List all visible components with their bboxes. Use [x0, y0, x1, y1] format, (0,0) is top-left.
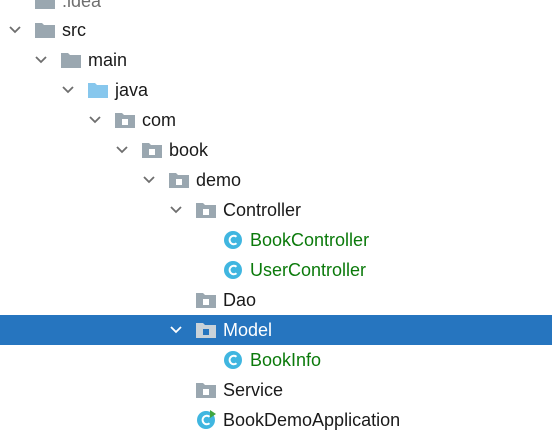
tree-item-bookcontroller[interactable]: BookController — [0, 225, 552, 255]
tree-item-label: UserController — [250, 260, 367, 280]
project-tree: .idea src main java com book demo Contro… — [0, 0, 552, 438]
tree-item-bookdemoapplication[interactable]: BookDemoApplication — [0, 405, 552, 435]
chevron-down-icon[interactable] — [142, 173, 156, 187]
java-class-icon — [222, 260, 244, 280]
tree-item-book[interactable]: book — [0, 135, 552, 165]
tree-item-idea[interactable]: .idea — [0, 0, 552, 16]
package-icon — [114, 110, 136, 130]
package-icon — [141, 140, 163, 160]
chevron-down-icon[interactable] — [115, 143, 129, 157]
folder-icon — [60, 50, 82, 70]
java-class-icon — [222, 230, 244, 250]
chevron-down-icon[interactable] — [34, 53, 48, 67]
tree-item-label: BookDemoApplication — [223, 410, 401, 430]
tree-item-label: main — [88, 50, 128, 70]
package-icon — [168, 170, 190, 190]
tree-item-label: demo — [196, 170, 242, 190]
tree-item-main[interactable]: main — [0, 45, 552, 75]
tree-item-usercontroller[interactable]: UserController — [0, 255, 552, 285]
tree-item-controller[interactable]: Controller — [0, 195, 552, 225]
tree-item-com[interactable]: com — [0, 105, 552, 135]
folder-icon — [34, 20, 56, 40]
tree-item-src[interactable]: src — [0, 15, 552, 45]
tree-item-java[interactable]: java — [0, 75, 552, 105]
tree-item-label: Model — [223, 320, 273, 340]
tree-item-label: BookController — [250, 230, 370, 250]
tree-item-dao[interactable]: Dao — [0, 285, 552, 315]
tree-item-demo[interactable]: demo — [0, 165, 552, 195]
tree-item-label: Service — [223, 380, 284, 400]
tree-item-label: java — [115, 80, 149, 100]
chevron-down-icon[interactable] — [169, 203, 183, 217]
tree-item-bookinfo[interactable]: BookInfo — [0, 345, 552, 375]
chevron-down-icon[interactable] — [61, 83, 75, 97]
tree-item-label: com — [142, 110, 177, 130]
package-icon — [195, 380, 217, 400]
package-icon — [195, 320, 217, 340]
tree-item-label: .idea — [62, 0, 102, 11]
chevron-down-icon[interactable] — [88, 113, 102, 127]
folder-icon — [34, 0, 56, 11]
source-root-folder-icon — [87, 80, 109, 100]
package-icon — [195, 200, 217, 220]
tree-item-label: book — [169, 140, 209, 160]
tree-item-service[interactable]: Service — [0, 375, 552, 405]
java-class-icon — [222, 350, 244, 370]
chevron-down-icon[interactable] — [169, 323, 183, 337]
package-icon — [195, 290, 217, 310]
spring-boot-class-icon — [195, 410, 217, 430]
tree-item-label: Controller — [223, 200, 302, 220]
tree-item-model[interactable]: Model — [0, 315, 552, 345]
tree-item-label: BookInfo — [250, 350, 322, 370]
tree-item-label: Dao — [223, 290, 257, 310]
chevron-down-icon[interactable] — [8, 23, 22, 37]
tree-item-label: src — [62, 20, 86, 40]
